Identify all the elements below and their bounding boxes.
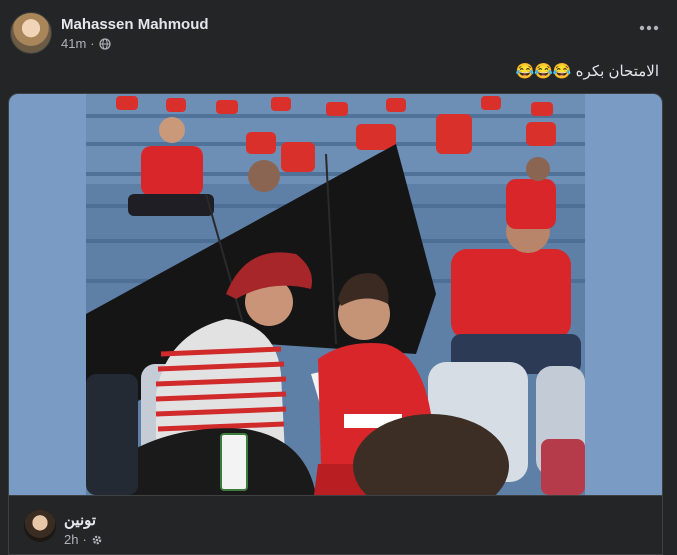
gear-icon[interactable] [91, 534, 103, 546]
shared-post-footer: تونين 2h · [9, 495, 662, 554]
author-avatar[interactable] [10, 12, 52, 54]
post-timestamp[interactable]: 41m [61, 36, 86, 51]
shared-post-card[interactable]: تونين 2h · [8, 93, 663, 555]
post-meta: Mahassen Mahmoud 41m · [61, 15, 209, 51]
globe-icon[interactable] [99, 37, 111, 50]
author-name[interactable]: Mahassen Mahmoud [61, 15, 209, 34]
more-options-button[interactable] [635, 18, 663, 38]
photo-frame[interactable] [9, 94, 662, 495]
shared-timestamp[interactable]: 2h [64, 532, 78, 547]
shared-author-avatar[interactable] [24, 510, 56, 542]
post-subline: 41m · [61, 36, 209, 51]
shared-author-name[interactable]: تونين [64, 511, 96, 529]
shared-photo[interactable] [86, 94, 585, 495]
post-text: الامتحان بكره 😂😂😂 [515, 63, 659, 80]
more-horizontal-icon [639, 25, 659, 31]
shared-subline: 2h · [64, 532, 103, 547]
shared-separator-dot: · [82, 532, 87, 547]
separator-dot: · [90, 36, 95, 51]
post-header: Mahassen Mahmoud 41m · [10, 12, 209, 54]
